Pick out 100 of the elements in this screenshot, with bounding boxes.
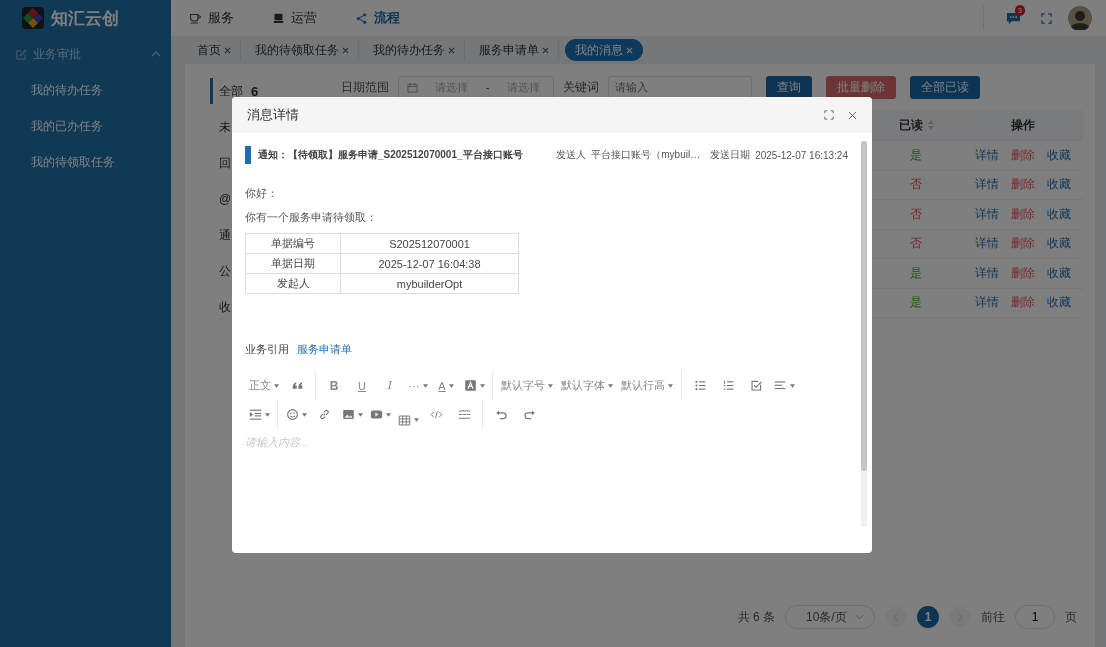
greeting-text: 你好： xyxy=(245,186,279,201)
caret-icon xyxy=(357,412,363,417)
caret-icon xyxy=(422,383,428,388)
row-action-link[interactable]: 详情 xyxy=(974,176,999,194)
table-cell: 单据编号 xyxy=(245,233,341,254)
row-action-link[interactable]: 删除 xyxy=(1010,205,1035,223)
nav-item[interactable]: 流程 xyxy=(355,9,400,27)
caret-icon xyxy=(479,383,485,388)
cup-icon[interactable] xyxy=(189,11,202,25)
todo-icon xyxy=(749,379,763,392)
fontcolor-button[interactable]: A xyxy=(432,373,460,398)
row-action-link[interactable]: 详情 xyxy=(974,146,999,164)
read-status: 是 xyxy=(910,294,922,312)
row-action-link[interactable]: 详情 xyxy=(974,294,999,312)
page-suffix: 页 xyxy=(1065,608,1077,626)
row-action-link[interactable]: 收藏 xyxy=(1046,176,1071,194)
close-icon[interactable] xyxy=(848,110,857,120)
caret-icon xyxy=(448,383,454,388)
dialog-title: 消息详情 xyxy=(247,106,300,124)
table-icon xyxy=(397,413,411,427)
filter-label: 关键词 xyxy=(563,78,599,96)
menu-item[interactable]: 我的待领取任务 xyxy=(0,144,171,180)
row-action-link[interactable]: 收藏 xyxy=(1046,146,1071,164)
menu-item[interactable]: 我的待办任务 xyxy=(0,72,171,108)
row-action-link[interactable]: 删除 xyxy=(1010,264,1035,282)
intro-text: 你有一个服务申请待领取： xyxy=(245,210,378,225)
row-action-link[interactable]: 删除 xyxy=(1010,146,1035,164)
accent-bar xyxy=(245,146,251,164)
italic-button[interactable]: I xyxy=(376,373,404,398)
table-cell: 单据日期 xyxy=(245,253,341,274)
table-cell: 2025-12-07 16:04:38 xyxy=(340,253,519,274)
select-button[interactable]: 正文 xyxy=(245,373,283,398)
row-action-link[interactable]: 收藏 xyxy=(1046,264,1071,282)
bgcolor-icon xyxy=(463,379,477,392)
tab[interactable]: 我的待办任务 xyxy=(359,39,465,61)
logo-text: 知汇云创 xyxy=(51,7,119,30)
filter-button[interactable]: 全部已读 xyxy=(910,75,980,99)
page-number[interactable]: 1 xyxy=(917,606,939,628)
keyword-field[interactable]: 请输入 xyxy=(608,76,752,98)
row-action-link[interactable]: 删除 xyxy=(1010,176,1035,194)
video-icon xyxy=(369,408,383,421)
fullscreen-icon[interactable] xyxy=(1041,12,1052,24)
caret-icon xyxy=(789,383,795,388)
total-count: 共 6 条 xyxy=(737,608,775,626)
column-header[interactable]: 已读 xyxy=(870,110,962,140)
bullets-icon xyxy=(693,379,707,392)
message-icon[interactable] xyxy=(1005,10,1021,26)
edit-icon xyxy=(16,48,27,60)
caret-icon xyxy=(668,383,673,388)
row-action-link[interactable]: 收藏 xyxy=(1046,205,1071,223)
row-action-link[interactable]: 收藏 xyxy=(1046,235,1071,253)
row-action-link[interactable]: 收藏 xyxy=(1046,294,1071,312)
undo-icon xyxy=(494,408,508,421)
close-icon[interactable] xyxy=(224,46,231,54)
avatar[interactable] xyxy=(1068,6,1092,30)
underline-button[interactable]: U xyxy=(348,373,376,398)
caret-icon xyxy=(413,418,419,422)
filter-button[interactable]: 查询 xyxy=(766,75,812,99)
table-cell: 发起人 xyxy=(245,273,341,294)
notice-title: 通知：【待领取】服务申请_S202512070001_平台接口账号 xyxy=(258,148,523,162)
menu-group[interactable]: 业务审批 xyxy=(0,36,171,72)
select-button[interactable]: 默认行高 xyxy=(617,373,677,398)
tab[interactable]: 服务申请单 xyxy=(465,39,559,61)
tab[interactable]: 我的待领取任务 xyxy=(241,39,359,61)
goto-label: 前往 xyxy=(981,608,1005,626)
caret-icon xyxy=(264,412,270,417)
chevron-icon xyxy=(151,51,161,57)
fullscreen-icon[interactable] xyxy=(824,110,834,120)
close-icon[interactable] xyxy=(542,46,549,54)
bold-button[interactable]: B xyxy=(320,373,348,398)
redo-icon xyxy=(522,408,536,421)
nav-item[interactable]: 运营 xyxy=(272,9,317,27)
row-action-link[interactable]: 详情 xyxy=(974,235,999,253)
caret-icon xyxy=(548,383,553,388)
tab[interactable]: 首页 xyxy=(183,39,241,61)
table-cell: mybuilderOpt xyxy=(340,273,519,294)
code-icon xyxy=(429,408,443,421)
caret-icon xyxy=(608,383,613,388)
page-input[interactable]: 1 xyxy=(1015,605,1055,629)
close-icon[interactable] xyxy=(342,46,349,54)
scrollbar[interactable] xyxy=(861,141,867,527)
numbers-icon xyxy=(721,379,735,392)
reference-link[interactable]: 服务申请单 xyxy=(297,342,352,357)
calendar-icon xyxy=(407,81,418,93)
more-button[interactable]: ··· xyxy=(404,373,432,398)
close-icon[interactable] xyxy=(448,46,455,54)
nav-item[interactable]: 服务 xyxy=(189,9,234,27)
tab[interactable]: 我的消息 xyxy=(565,39,643,61)
logo-icon xyxy=(21,6,45,30)
select-button[interactable]: 默认字体 xyxy=(557,373,617,398)
select-button[interactable]: 默认字号 xyxy=(497,373,557,398)
row-action-link[interactable]: 删除 xyxy=(1010,294,1035,312)
read-status: 否 xyxy=(910,176,922,194)
card-icon[interactable] xyxy=(272,11,285,25)
read-status: 是 xyxy=(910,146,922,164)
row-action-link[interactable]: 详情 xyxy=(974,205,999,223)
row-action-link[interactable]: 详情 xyxy=(974,264,999,282)
row-action-link[interactable]: 删除 xyxy=(1010,235,1035,253)
menu-item[interactable]: 我的已办任务 xyxy=(0,108,171,144)
share-icon[interactable] xyxy=(355,11,368,25)
